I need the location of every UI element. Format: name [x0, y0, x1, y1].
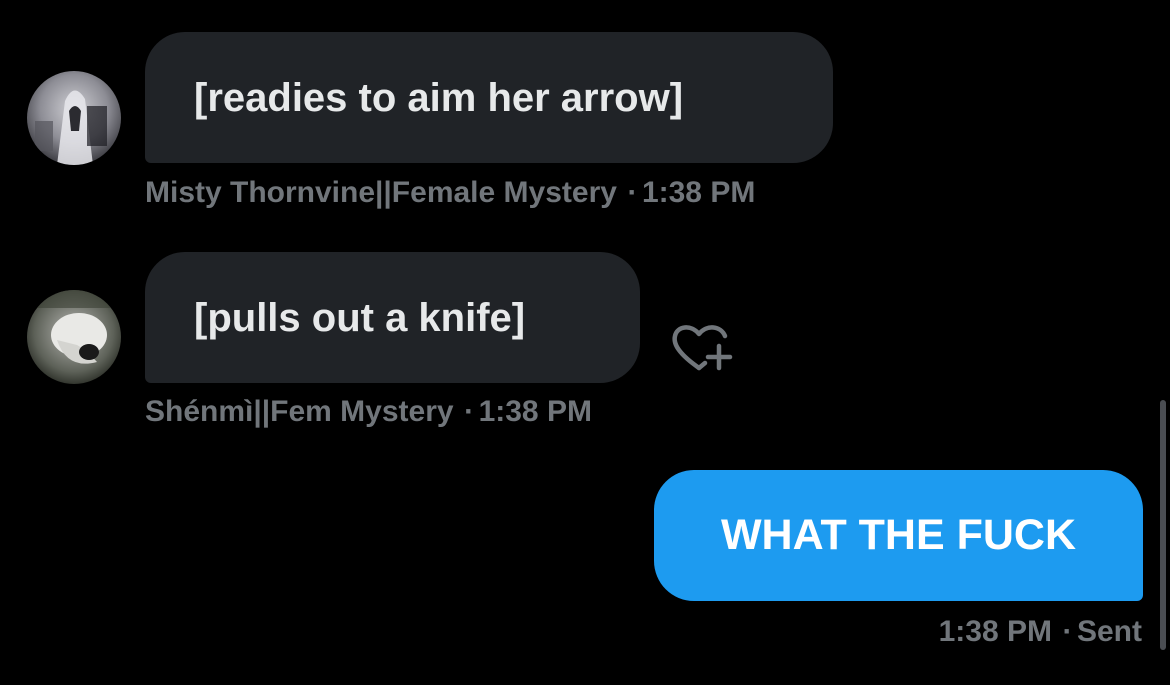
meta-separator: ·	[1062, 615, 1073, 648]
message-bubble[interactable]: [pulls out a knife]	[145, 252, 640, 383]
sender-avatar-misty[interactable]	[27, 71, 121, 165]
message-timestamp: 1:38 PM	[938, 615, 1052, 648]
message-meta: Shénmì||Fem Mystery · 1:38 PM	[145, 397, 592, 427]
sender-avatar-shenmi[interactable]	[27, 290, 121, 384]
message-text: WHAT THE FUCK	[720, 511, 1077, 559]
avatar-image	[27, 71, 121, 165]
message-text: [readies to aim her arrow]	[194, 75, 684, 120]
message-bubble[interactable]: [readies to aim her arrow]	[145, 32, 833, 163]
message-timestamp: 1:38 PM	[478, 395, 592, 428]
scrollbar[interactable]	[1160, 400, 1166, 650]
avatar-image	[27, 290, 121, 384]
sender-name[interactable]: Misty Thornvine||Female Mystery	[145, 176, 617, 209]
message-timestamp: 1:38 PM	[641, 176, 756, 209]
meta-separator: ·	[627, 176, 638, 209]
chat-view: [readies to aim her arrow] Misty Thornvi…	[0, 0, 1170, 685]
message-meta: 1:38 PM · Sent	[939, 617, 1142, 647]
heart-plus-icon-graphic	[672, 325, 733, 371]
message-meta: Misty Thornvine||Female Mystery · 1:38 PM	[145, 178, 755, 208]
heart-plus-icon[interactable]	[669, 320, 735, 376]
message-text: [pulls out a knife]	[194, 295, 526, 340]
message-bubble-outgoing[interactable]: WHAT THE FUCK	[654, 470, 1143, 601]
sender-name[interactable]: Shénmì||Fem Mystery	[145, 395, 454, 428]
meta-separator: ·	[464, 395, 475, 428]
message-status: Sent	[1076, 615, 1142, 648]
